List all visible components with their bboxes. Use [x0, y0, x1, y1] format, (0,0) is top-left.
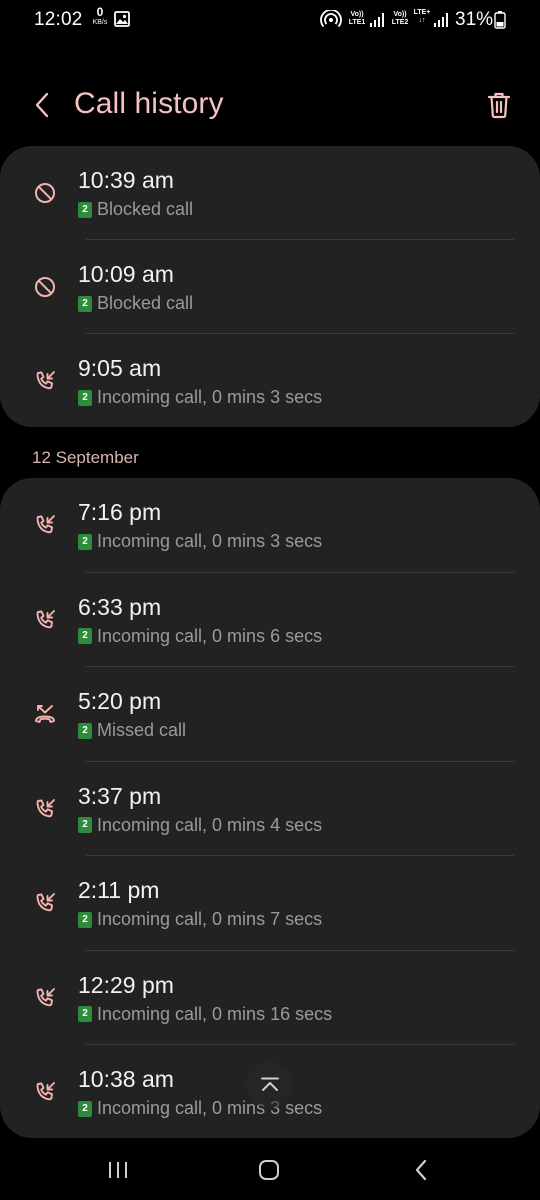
incoming-call-icon: [32, 368, 58, 394]
signal-sim1-icon: [369, 12, 385, 36]
volte-sim1-line2: LTE1: [348, 19, 366, 26]
incoming-call-icon: [32, 512, 58, 538]
call-time: 12:29 pm: [78, 971, 174, 998]
sim2-badge: 2: [78, 533, 92, 550]
status-time: 12:02: [34, 9, 83, 30]
call-description: Incoming call, 0 mins 3 secs: [97, 387, 323, 407]
lte-arrows: ↓↑: [418, 17, 426, 24]
call-group-12-september: 7:16 pm 2 Incoming call, 0 mins 3 secs 6…: [0, 478, 540, 1138]
date-section-header: 12 September: [32, 448, 139, 467]
hotspot-icon: [320, 8, 342, 34]
volte-sim2: Vo)) LTE2: [389, 11, 411, 35]
call-detail: 2 Incoming call, 0 mins 4 secs: [78, 815, 322, 836]
lte-indicator: LTE+ ↓↑: [411, 9, 433, 33]
battery-icon: [494, 11, 506, 34]
volte-sim2-line2: LTE2: [391, 19, 409, 26]
network-speed-unit: KB/s: [92, 19, 108, 26]
delete-button[interactable]: [484, 88, 514, 122]
call-description: Incoming call, 0 mins 7 secs: [97, 909, 323, 929]
back-arrow-icon: [415, 1159, 427, 1181]
sim2-badge: 2: [78, 1100, 92, 1117]
call-detail: 2 Incoming call, 0 mins 3 secs: [78, 387, 322, 408]
call-detail: 2 Blocked call: [78, 293, 193, 314]
call-description: Blocked call: [97, 199, 194, 219]
call-description: Incoming call, 0 mins 3 secs: [97, 1098, 323, 1118]
scroll-to-top-button[interactable]: [246, 1062, 294, 1108]
sim2-badge: 2: [78, 389, 92, 406]
call-description: Incoming call, 0 mins 6 secs: [97, 625, 323, 646]
status-bar: 12:02 0 KB/s Vo)) LTE1 Vo)) LTE2 LTE+ ↓↑: [0, 0, 540, 40]
signal-sim2-icon: [433, 12, 449, 36]
sim2-badge: 2: [78, 628, 92, 644]
sim2-badge: 2: [78, 1006, 92, 1022]
missed-call-icon: [32, 701, 58, 727]
incoming-call-icon: [32, 890, 58, 916]
call-detail: 2 Incoming call, 0 mins 7 secs: [78, 909, 322, 930]
call-time: 5:20 pm: [78, 688, 162, 714]
nav-back-button[interactable]: [401, 1152, 441, 1188]
call-time: 2:11 pm: [78, 877, 160, 903]
call-time: 10:39 am: [78, 167, 174, 193]
recent-apps-button[interactable]: [98, 1152, 138, 1188]
call-detail: 2 Incoming call, 0 mins 3 secs: [78, 531, 322, 552]
block-icon: [32, 274, 58, 300]
call-log-item[interactable]: 5:20 pm 2 Missed call: [0, 667, 540, 762]
lte-label: LTE+: [413, 9, 431, 16]
call-history-screen: 12:02 0 KB/s Vo)) LTE1 Vo)) LTE2 LTE+ ↓↑: [0, 0, 540, 1200]
call-description: Incoming call, 0 mins 3 secs: [97, 531, 323, 551]
incoming-call-icon: [32, 985, 58, 1011]
network-speed: 0 KB/s: [88, 5, 112, 27]
trash-icon: [487, 92, 511, 119]
incoming-call-icon: [32, 796, 58, 822]
call-log-item[interactable]: 12:29 pm 2 Incoming call, 0 mins 16 secs: [0, 951, 540, 1045]
call-description: Incoming call, 0 mins 4 secs: [97, 814, 323, 835]
sim2-badge: 2: [78, 722, 92, 739]
call-time: 10:09 am: [78, 261, 174, 287]
volte-sim2-line1: Vo)): [393, 11, 407, 18]
call-detail: 2 Incoming call, 0 mins 6 secs: [78, 626, 322, 647]
block-icon: [32, 180, 58, 206]
back-button[interactable]: [28, 88, 56, 122]
navigation-bar: [0, 1140, 540, 1200]
call-time: 7:16 pm: [78, 499, 162, 525]
call-detail: 2 Blocked call: [78, 199, 193, 220]
incoming-call-icon: [32, 607, 58, 633]
call-time: 3:37 pm: [78, 782, 162, 809]
call-log-item[interactable]: 3:37 pm 2 Incoming call, 0 mins 4 secs: [0, 762, 540, 856]
call-time: 9:05 am: [78, 355, 162, 381]
sim2-badge: 2: [78, 911, 92, 928]
call-time: 6:33 pm: [78, 593, 162, 620]
call-description: Blocked call: [97, 293, 194, 313]
call-log-item[interactable]: 10:09 am 2 Blocked call: [0, 240, 540, 334]
call-log-item[interactable]: 2:11 pm 2 Incoming call, 0 mins 7 secs: [0, 856, 540, 951]
call-group-today: 10:39 am 2 Blocked call 10:09 am 2 Block…: [0, 146, 540, 427]
call-log-item[interactable]: 7:16 pm 2 Incoming call, 0 mins 3 secs: [0, 478, 540, 573]
recent-apps-icon: [109, 1162, 127, 1178]
volte-sim1: Vo)) LTE1: [346, 11, 368, 35]
sim2-badge: 2: [78, 295, 92, 312]
call-description: Missed call: [97, 720, 187, 740]
call-log-item[interactable]: 10:39 am 2 Blocked call: [0, 146, 540, 240]
chevron-left-icon: [35, 92, 49, 118]
call-log-item[interactable]: 6:33 pm 2 Incoming call, 0 mins 6 secs: [0, 573, 540, 667]
volte-sim1-line1: Vo)): [350, 11, 364, 18]
sim2-badge: 2: [78, 817, 92, 833]
call-detail: 2 Missed call: [78, 720, 186, 741]
sim2-badge: 2: [78, 201, 92, 218]
chevron-up-icon: [261, 1077, 279, 1091]
battery-percent: 31%: [455, 9, 494, 30]
call-log-item[interactable]: 9:05 am 2 Incoming call, 0 mins 3 secs: [0, 334, 540, 427]
page-title: Call history: [74, 87, 224, 120]
incoming-call-icon: [32, 1079, 58, 1105]
network-speed-value: 0: [96, 5, 104, 19]
gallery-icon: [114, 11, 130, 32]
app-header: Call history: [0, 70, 540, 140]
call-description: Incoming call, 0 mins 16 secs: [97, 1003, 333, 1024]
call-time: 10:38 am: [78, 1066, 174, 1092]
call-detail: 2 Incoming call, 0 mins 16 secs: [78, 1004, 332, 1025]
home-icon: [259, 1160, 279, 1180]
home-button[interactable]: [249, 1152, 289, 1188]
